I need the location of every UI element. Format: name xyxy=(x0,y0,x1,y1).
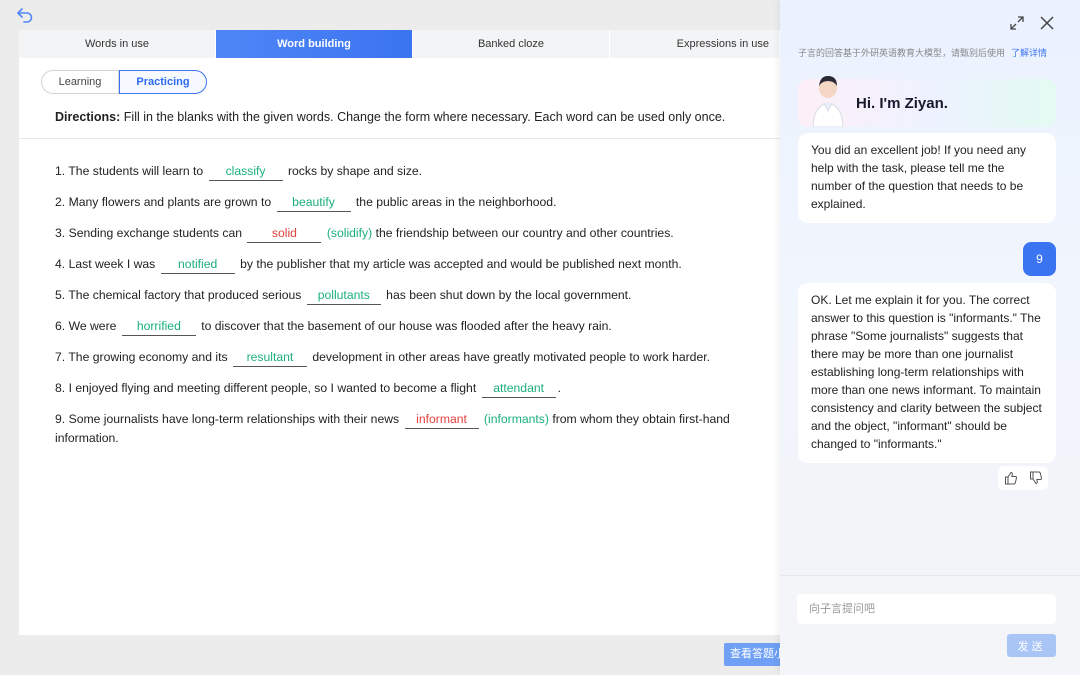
question-text-after: . xyxy=(557,381,561,395)
tab-banked-cloze[interactable]: Banked cloze xyxy=(413,30,610,58)
question-item: 4. Last week I was notified by the publi… xyxy=(55,255,755,274)
question-text-before: Many flowers and plants are grown to xyxy=(68,195,272,209)
answer-blank[interactable]: classify xyxy=(208,162,283,181)
question-text-before: We were xyxy=(68,319,117,333)
question-number: 3. xyxy=(55,226,66,240)
chat-input[interactable] xyxy=(797,594,1056,624)
tab-words-in-use[interactable]: Words in use xyxy=(19,30,216,58)
question-text-before: The students will learn to xyxy=(68,164,204,178)
question-text-before: Some journalists have long-term relation… xyxy=(68,412,400,426)
practicing-mode-button[interactable]: Practicing xyxy=(119,70,207,94)
tab-bar: Words in use Word building Banked cloze … xyxy=(19,30,781,58)
close-icon[interactable] xyxy=(1039,15,1055,31)
question-number: 6. xyxy=(55,319,66,333)
question-text-before: Sending exchange students can xyxy=(68,226,243,240)
thumbs-up-icon[interactable] xyxy=(1004,471,1018,485)
question-text-after: the friendship between our country and o… xyxy=(375,226,674,240)
expand-icon[interactable] xyxy=(1009,15,1025,31)
exercise-card: Words in use Word building Banked cloze … xyxy=(19,30,781,635)
tab-expressions-in-use[interactable]: Expressions in use xyxy=(610,30,780,58)
question-number: 2. xyxy=(55,195,66,209)
learn-more-link[interactable]: 了解详情 xyxy=(1011,48,1047,58)
disclaimer: 子言的回答基于外研英语教育大模型，请甄别后使用 了解详情 xyxy=(798,46,1047,59)
divider xyxy=(19,138,781,139)
user-message: 9 xyxy=(1023,242,1056,276)
question-text-after: has been shut down by the local governme… xyxy=(386,288,632,302)
answer-blank[interactable]: beautify xyxy=(276,193,351,212)
answer-blank[interactable]: informant xyxy=(404,410,479,429)
question-item: 9. Some journalists have long-term relat… xyxy=(55,410,755,448)
thumbs-down-icon[interactable] xyxy=(1029,471,1043,485)
assistant-message: OK. Let me explain it for you. The corre… xyxy=(798,283,1056,463)
answer-blank[interactable]: pollutants xyxy=(306,286,381,305)
question-text-after: by the publisher that my article was acc… xyxy=(240,257,682,271)
question-number: 7. xyxy=(55,350,66,364)
footer-bar xyxy=(19,635,781,675)
question-item: 8. I enjoyed flying and meeting differen… xyxy=(55,379,755,398)
answer-blank[interactable]: attendant xyxy=(481,379,556,398)
question-text-after: the public areas in the neighborhood. xyxy=(355,195,557,209)
send-button[interactable]: 发送 xyxy=(1007,634,1056,657)
directions: Directions: Fill in the blanks with the … xyxy=(55,110,725,124)
question-text-before: Last week I was xyxy=(68,257,156,271)
check-answers-button[interactable]: 查看答题小 xyxy=(724,643,781,666)
greeting-banner: Hi. I'm Ziyan. xyxy=(798,76,1056,127)
directions-text: Fill in the blanks with the given words.… xyxy=(123,110,726,124)
question-number: 9. xyxy=(55,412,66,426)
feedback-bar xyxy=(998,466,1048,490)
question-number: 8. xyxy=(55,381,66,395)
correct-answer: (solidify) xyxy=(326,226,373,240)
question-item: 6. We were horrified to discover that th… xyxy=(55,317,755,336)
back-arrow-icon[interactable] xyxy=(16,7,34,23)
correct-answer: (informants) xyxy=(483,412,549,426)
question-list: 1. The students will learn to classify r… xyxy=(55,162,755,460)
chat-input-area: 发送 xyxy=(780,575,1080,675)
learning-mode-button[interactable]: Learning xyxy=(41,70,119,94)
question-text-after: to discover that the basement of our hou… xyxy=(201,319,612,333)
question-item: 3. Sending exchange students can solid (… xyxy=(55,224,755,243)
answer-blank[interactable]: notified xyxy=(160,255,235,274)
question-item: 7. The growing economy and its resultant… xyxy=(55,348,755,367)
disclaimer-text: 子言的回答基于外研英语教育大模型，请甄别后使用 xyxy=(798,48,1006,58)
directions-label: Directions: xyxy=(55,110,121,124)
question-item: 5. The chemical factory that produced se… xyxy=(55,286,755,305)
question-text-before: The growing economy and its xyxy=(68,350,228,364)
question-text-before: I enjoyed flying and meeting different p… xyxy=(68,381,477,395)
answer-blank[interactable]: horrified xyxy=(121,317,196,336)
question-item: 2. Many flowers and plants are grown to … xyxy=(55,193,755,212)
mode-toggle: Learning Practicing xyxy=(41,70,207,94)
question-item: 1. The students will learn to classify r… xyxy=(55,162,755,181)
assistant-panel: 子言的回答基于外研英语教育大模型，请甄别后使用 了解详情 Hi. I'm Ziya… xyxy=(780,0,1080,675)
question-text-after: rocks by shape and size. xyxy=(287,164,423,178)
answer-blank[interactable]: resultant xyxy=(232,348,307,367)
answer-blank[interactable]: solid xyxy=(247,224,322,243)
question-text-after: development in other areas have greatly … xyxy=(312,350,711,364)
tab-word-building[interactable]: Word building xyxy=(216,30,413,58)
assistant-message: You did an excellent job! If you need an… xyxy=(798,133,1056,223)
question-number: 4. xyxy=(55,257,66,271)
question-text-before: The chemical factory that produced serio… xyxy=(68,288,302,302)
question-number: 5. xyxy=(55,288,66,302)
greeting-text: Hi. I'm Ziyan. xyxy=(856,95,948,112)
assistant-avatar xyxy=(812,76,844,127)
question-number: 1. xyxy=(55,164,66,178)
